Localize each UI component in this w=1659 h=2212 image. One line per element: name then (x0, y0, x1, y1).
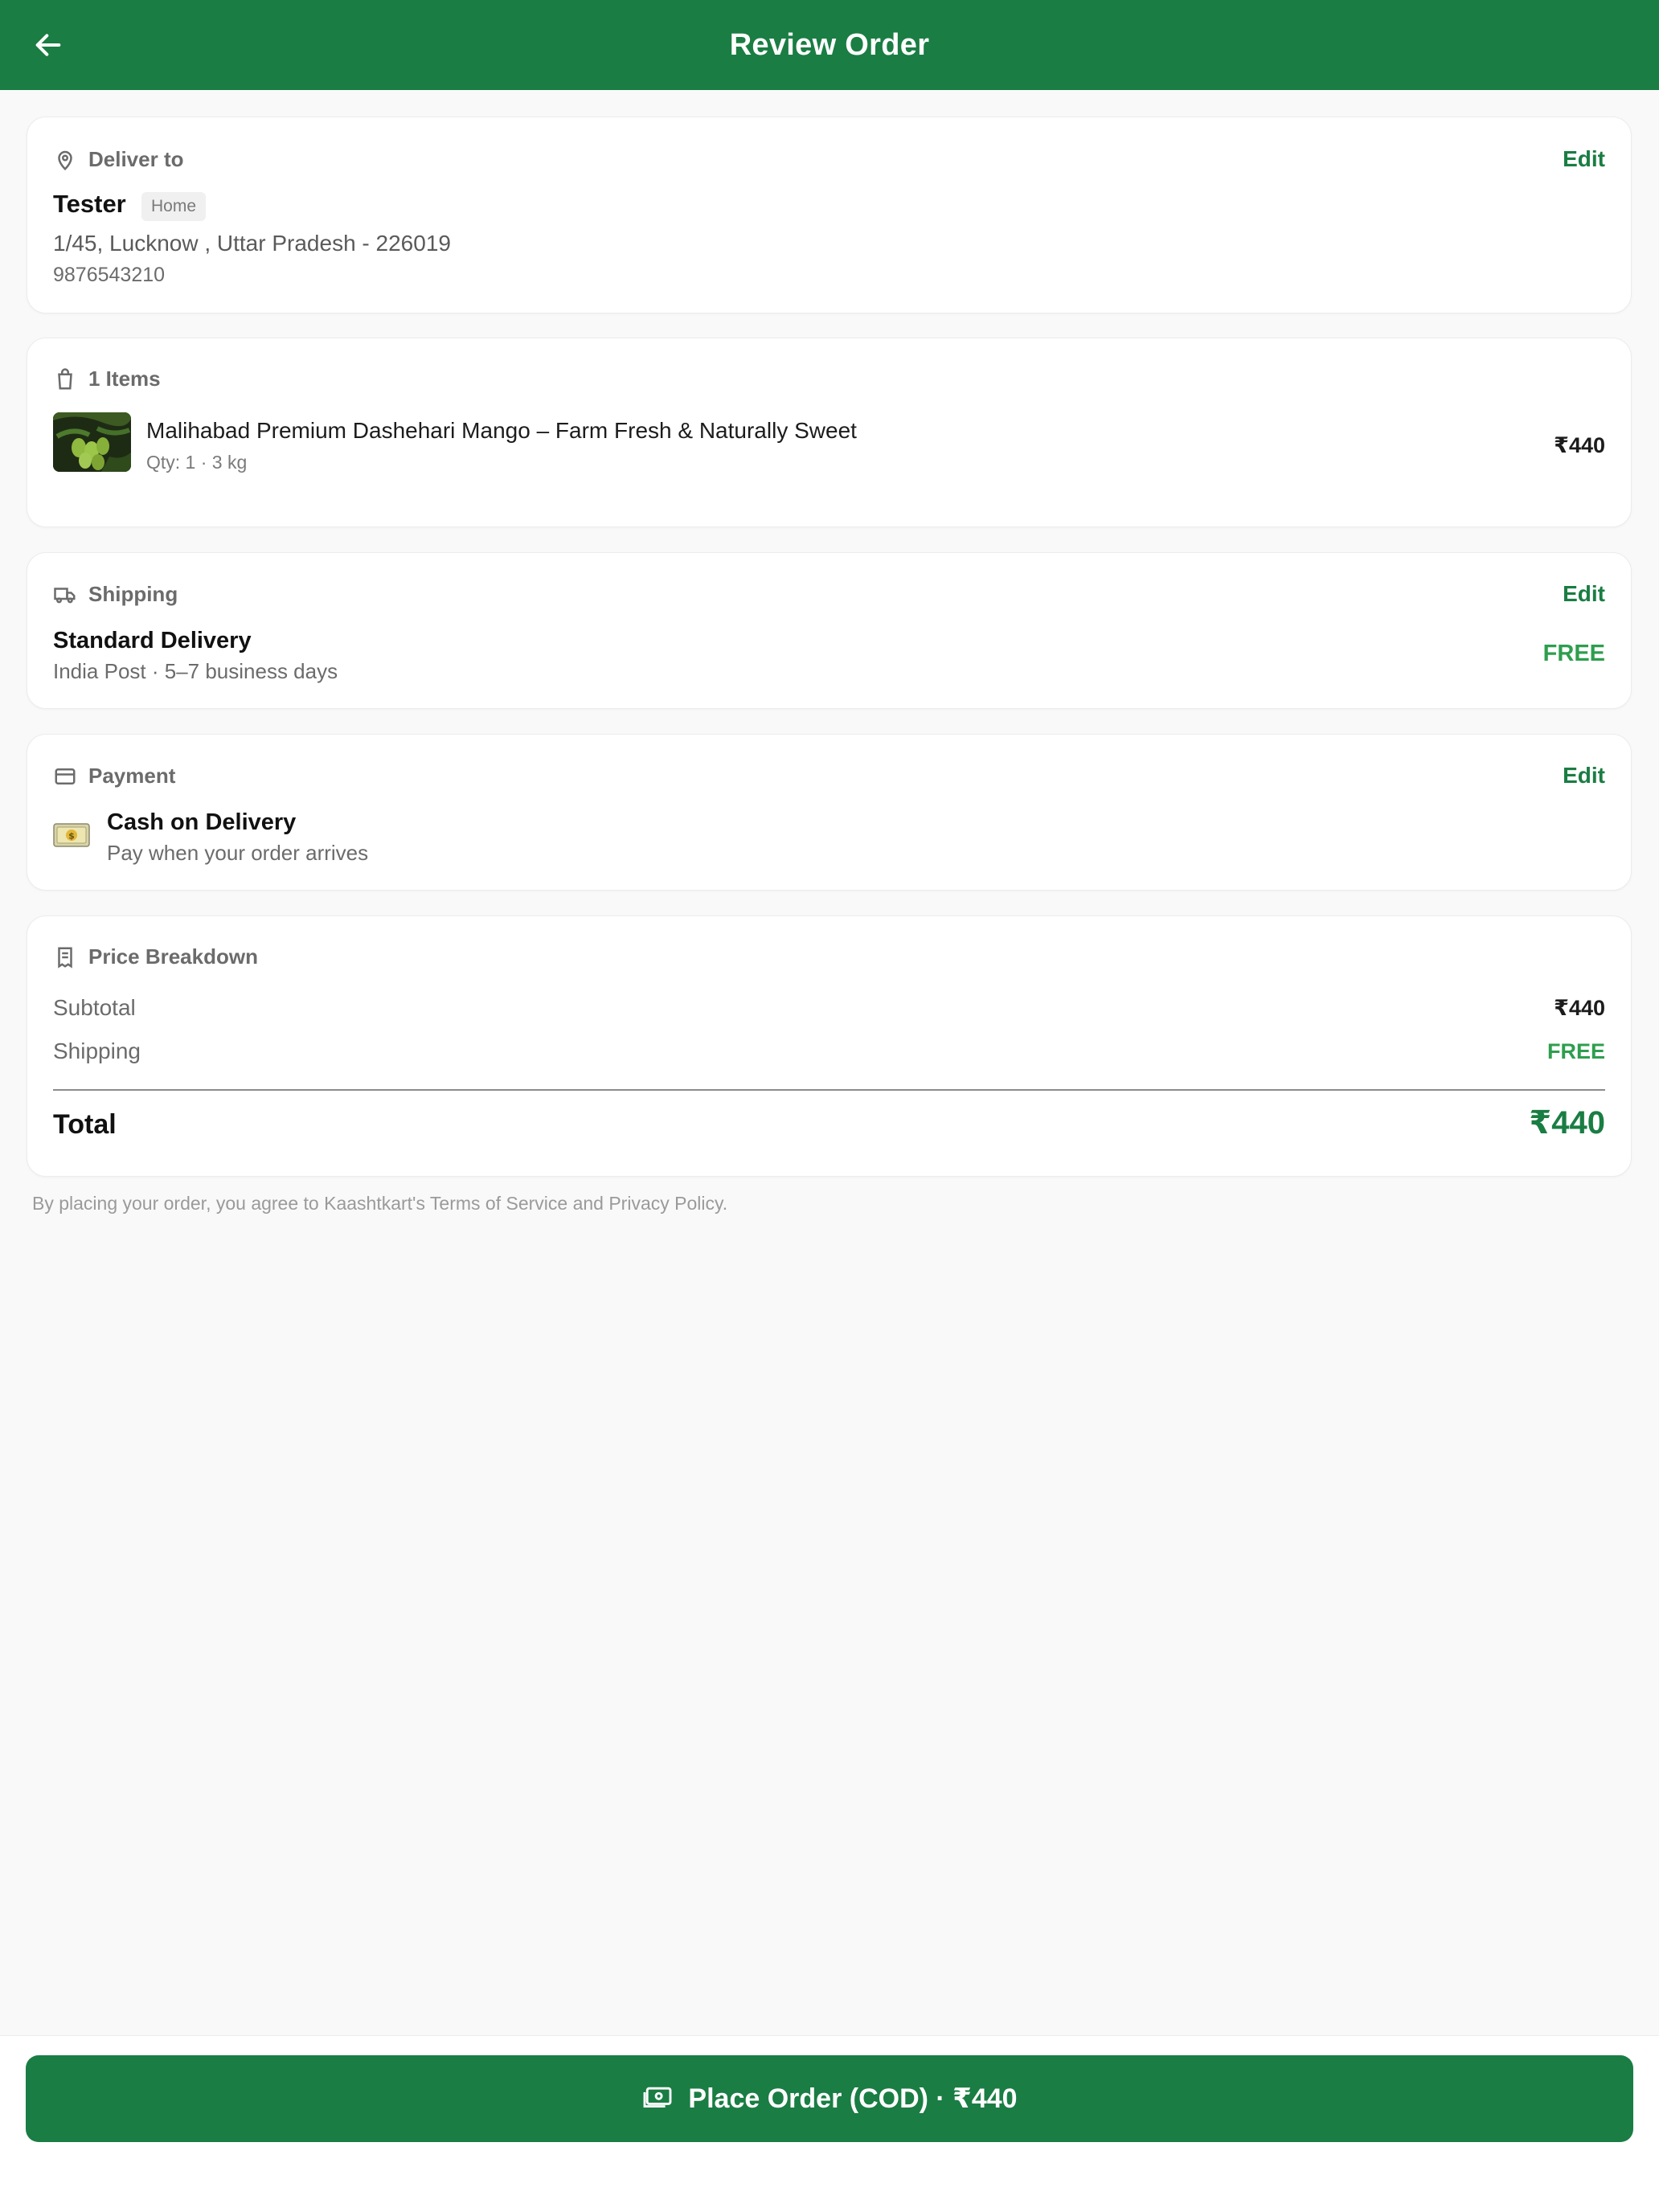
phone-number: 9876543210 (53, 264, 166, 286)
back-button[interactable] (24, 21, 72, 69)
price-breakdown-card: Price Breakdown Subtotal ₹440 Shipping F… (27, 916, 1632, 1177)
subtotal-label: Subtotal (53, 995, 136, 1020)
items-heading: 1 Items (88, 367, 161, 391)
cash-icon (643, 2087, 672, 2108)
total-value: ₹440 (1529, 1105, 1605, 1141)
product-meta: Qty: 1 · 3 kg (146, 452, 248, 473)
shipping-card-header: Shipping (53, 582, 178, 607)
delivery-address-card: Deliver to Edit Tester Home 1/45, Luckno… (27, 117, 1632, 313)
divider (53, 1089, 1605, 1091)
items-card-header: 1 Items (53, 367, 161, 391)
shopping-bag-icon (58, 367, 72, 389)
cash-icon: $ (53, 823, 90, 847)
address-tag-badge: Home (141, 192, 207, 221)
payment-card-header: Payment (53, 764, 175, 789)
shipping-heading: Shipping (88, 582, 178, 606)
truck-icon (54, 587, 76, 603)
order-items-card: 1 Items Malihabad Premium Dashehari Mang… (27, 338, 1632, 527)
page-title: Review Order (729, 27, 930, 62)
total-label: Total (53, 1109, 117, 1140)
payment-heading: Payment (88, 764, 176, 788)
edit-address-button[interactable]: Edit (1563, 146, 1605, 172)
shipping-fee-value: FREE (1546, 1039, 1605, 1063)
place-order-button[interactable]: Place Order (COD) · ₹440 (26, 2055, 1633, 2142)
breakdown-card-header: Price Breakdown (53, 944, 258, 969)
recipient-name: Tester (53, 190, 126, 218)
edit-payment-button[interactable]: Edit (1563, 763, 1605, 789)
terms-notice: By placing your order, you agree to Kaas… (32, 1193, 728, 1214)
shipping-detail: India Post · 5–7 business days (53, 659, 338, 683)
receipt-icon (58, 947, 72, 969)
payment-card: Payment Edit $ Cash on Delivery Pay when… (27, 734, 1632, 891)
mango-image (53, 412, 131, 472)
address-line: 1/45, Lucknow , Uttar Pradesh - 226019 (53, 231, 451, 256)
breakdown-heading: Price Breakdown (88, 944, 258, 969)
delivery-card-header: Deliver to (53, 147, 184, 172)
bottom-action-bar: Place Order (COD) · ₹440 (0, 2035, 1659, 2212)
shipping-price: FREE (1542, 641, 1605, 666)
location-pin-icon (58, 150, 72, 170)
payment-detail: Pay when your order arrives (107, 841, 369, 865)
product-price: ₹440 (1554, 433, 1605, 457)
shipping-fee-label: Shipping (53, 1038, 141, 1063)
subtotal-value: ₹440 (1554, 996, 1605, 1020)
app-bar: Review Order (0, 0, 1659, 90)
payment-method: Cash on Delivery (107, 809, 297, 835)
product-name: Malihabad Premium Dashehari Mango – Farm… (146, 418, 857, 443)
shipping-method: Standard Delivery (53, 628, 252, 653)
credit-card-icon (55, 768, 76, 784)
edit-shipping-button[interactable]: Edit (1563, 581, 1605, 607)
place-order-label: Place Order (COD) · ₹440 (688, 2083, 1018, 2114)
svg-text:$: $ (68, 831, 75, 842)
delivery-heading: Deliver to (88, 147, 184, 171)
product-thumbnail (53, 412, 131, 472)
arrow-left-icon (35, 34, 61, 56)
shipping-card: Shipping Edit Standard Delivery India Po… (27, 552, 1632, 709)
